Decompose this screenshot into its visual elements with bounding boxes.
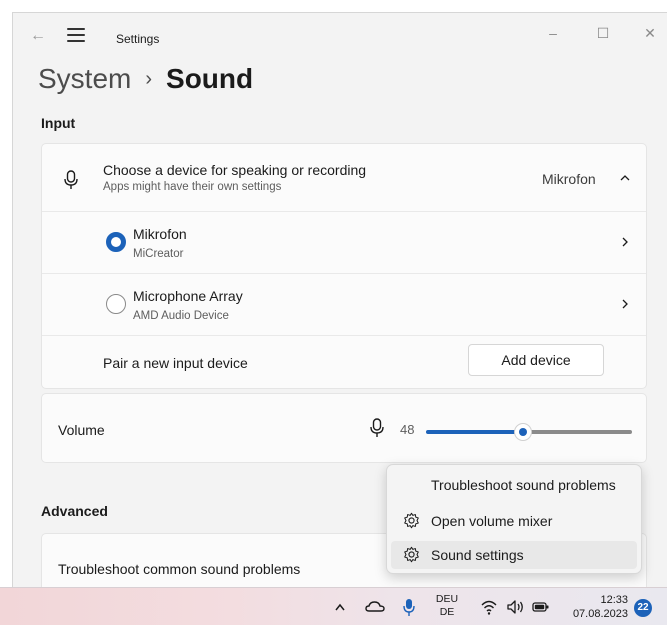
page-title: Sound [166,63,254,94]
gear-icon [404,512,419,529]
device-name: Mikrofon [133,226,187,242]
chevron-up-icon[interactable] [333,596,347,618]
menu-item-volume-mixer[interactable]: Open volume mixer [391,507,637,535]
device-option-mikrofon[interactable]: Mikrofon MiCreator [42,212,646,274]
microphone-icon[interactable] [402,596,416,618]
volume-card: Volume 48 [41,393,647,463]
breadcrumb-separator: › [145,68,153,90]
radio-unselected[interactable] [106,294,126,314]
tray-context-menu: Troubleshoot sound problems Open volume … [386,464,642,574]
hamburger-menu-icon[interactable] [67,28,85,44]
speaker-volume-icon[interactable] [506,596,526,618]
input-card: Choose a device for speaking or recordin… [41,143,647,389]
menu-item-troubleshoot[interactable]: Troubleshoot sound problems [391,471,637,499]
language-line-1: DEU [435,593,459,605]
input-device-chooser[interactable]: Choose a device for speaking or recordin… [42,144,646,212]
minimize-button[interactable]: – [543,23,563,43]
chevron-right-icon[interactable] [619,298,631,310]
maximize-button[interactable]: ☐ [593,23,613,43]
clock-time: 12:33 [600,594,628,606]
radio-selected[interactable] [106,232,126,252]
title-bar: ← Settings – ☐ ✕ [13,13,667,57]
menu-item-label: Sound settings [431,547,524,563]
notification-badge[interactable]: 22 [634,599,652,617]
add-device-button[interactable]: Add device [468,344,604,376]
menu-item-label: Troubleshoot sound problems [431,477,616,493]
microphone-icon[interactable] [370,418,384,438]
device-description: AMD Audio Device [133,310,229,322]
language-line-2: DE [439,606,455,618]
breadcrumb-parent[interactable]: System [38,63,131,95]
chooser-title: Choose a device for speaking or recordin… [103,162,367,178]
selected-device-value: Mikrofon [542,171,596,187]
back-arrow-icon[interactable]: ← [29,27,47,45]
volume-value: 48 [400,422,415,437]
menu-item-label: Open volume mixer [431,513,553,529]
microphone-icon [64,170,78,189]
volume-label: Volume [58,422,105,438]
chooser-subtitle: Apps might have their own settings [103,181,282,193]
breadcrumb: System › Sound [38,63,253,95]
wifi-icon[interactable] [480,596,498,618]
clock[interactable]: 12:33 07.08.2023 [562,593,628,621]
device-name: Microphone Array [133,288,243,304]
menu-item-sound-settings[interactable]: Sound settings [391,541,637,569]
keyboard-language-indicator[interactable]: DEU DE [432,593,462,619]
app-title: Settings [116,32,160,46]
advanced-section-label: Advanced [41,503,108,519]
pair-device-row: Pair a new input device Add device [42,336,646,390]
device-description: MiCreator [133,248,184,260]
onedrive-cloud-icon[interactable] [365,596,385,618]
chevron-up-icon[interactable] [619,172,631,184]
chevron-right-icon[interactable] [619,236,631,248]
pair-device-label: Pair a new input device [103,355,248,371]
volume-slider-thumb[interactable] [514,423,532,441]
clock-date: 07.08.2023 [572,608,628,620]
taskbar: DEU DE 12:33 07.08.2023 22 [0,587,667,625]
input-section-label: Input [41,115,76,131]
battery-icon[interactable] [532,596,550,618]
gear-icon [404,546,419,563]
close-button[interactable]: ✕ [640,23,660,43]
volume-slider-fill [426,430,522,434]
volume-slider-track[interactable] [522,430,632,434]
troubleshoot-label: Troubleshoot common sound problems [58,561,301,577]
device-option-microphone-array[interactable]: Microphone Array AMD Audio Device [42,274,646,336]
